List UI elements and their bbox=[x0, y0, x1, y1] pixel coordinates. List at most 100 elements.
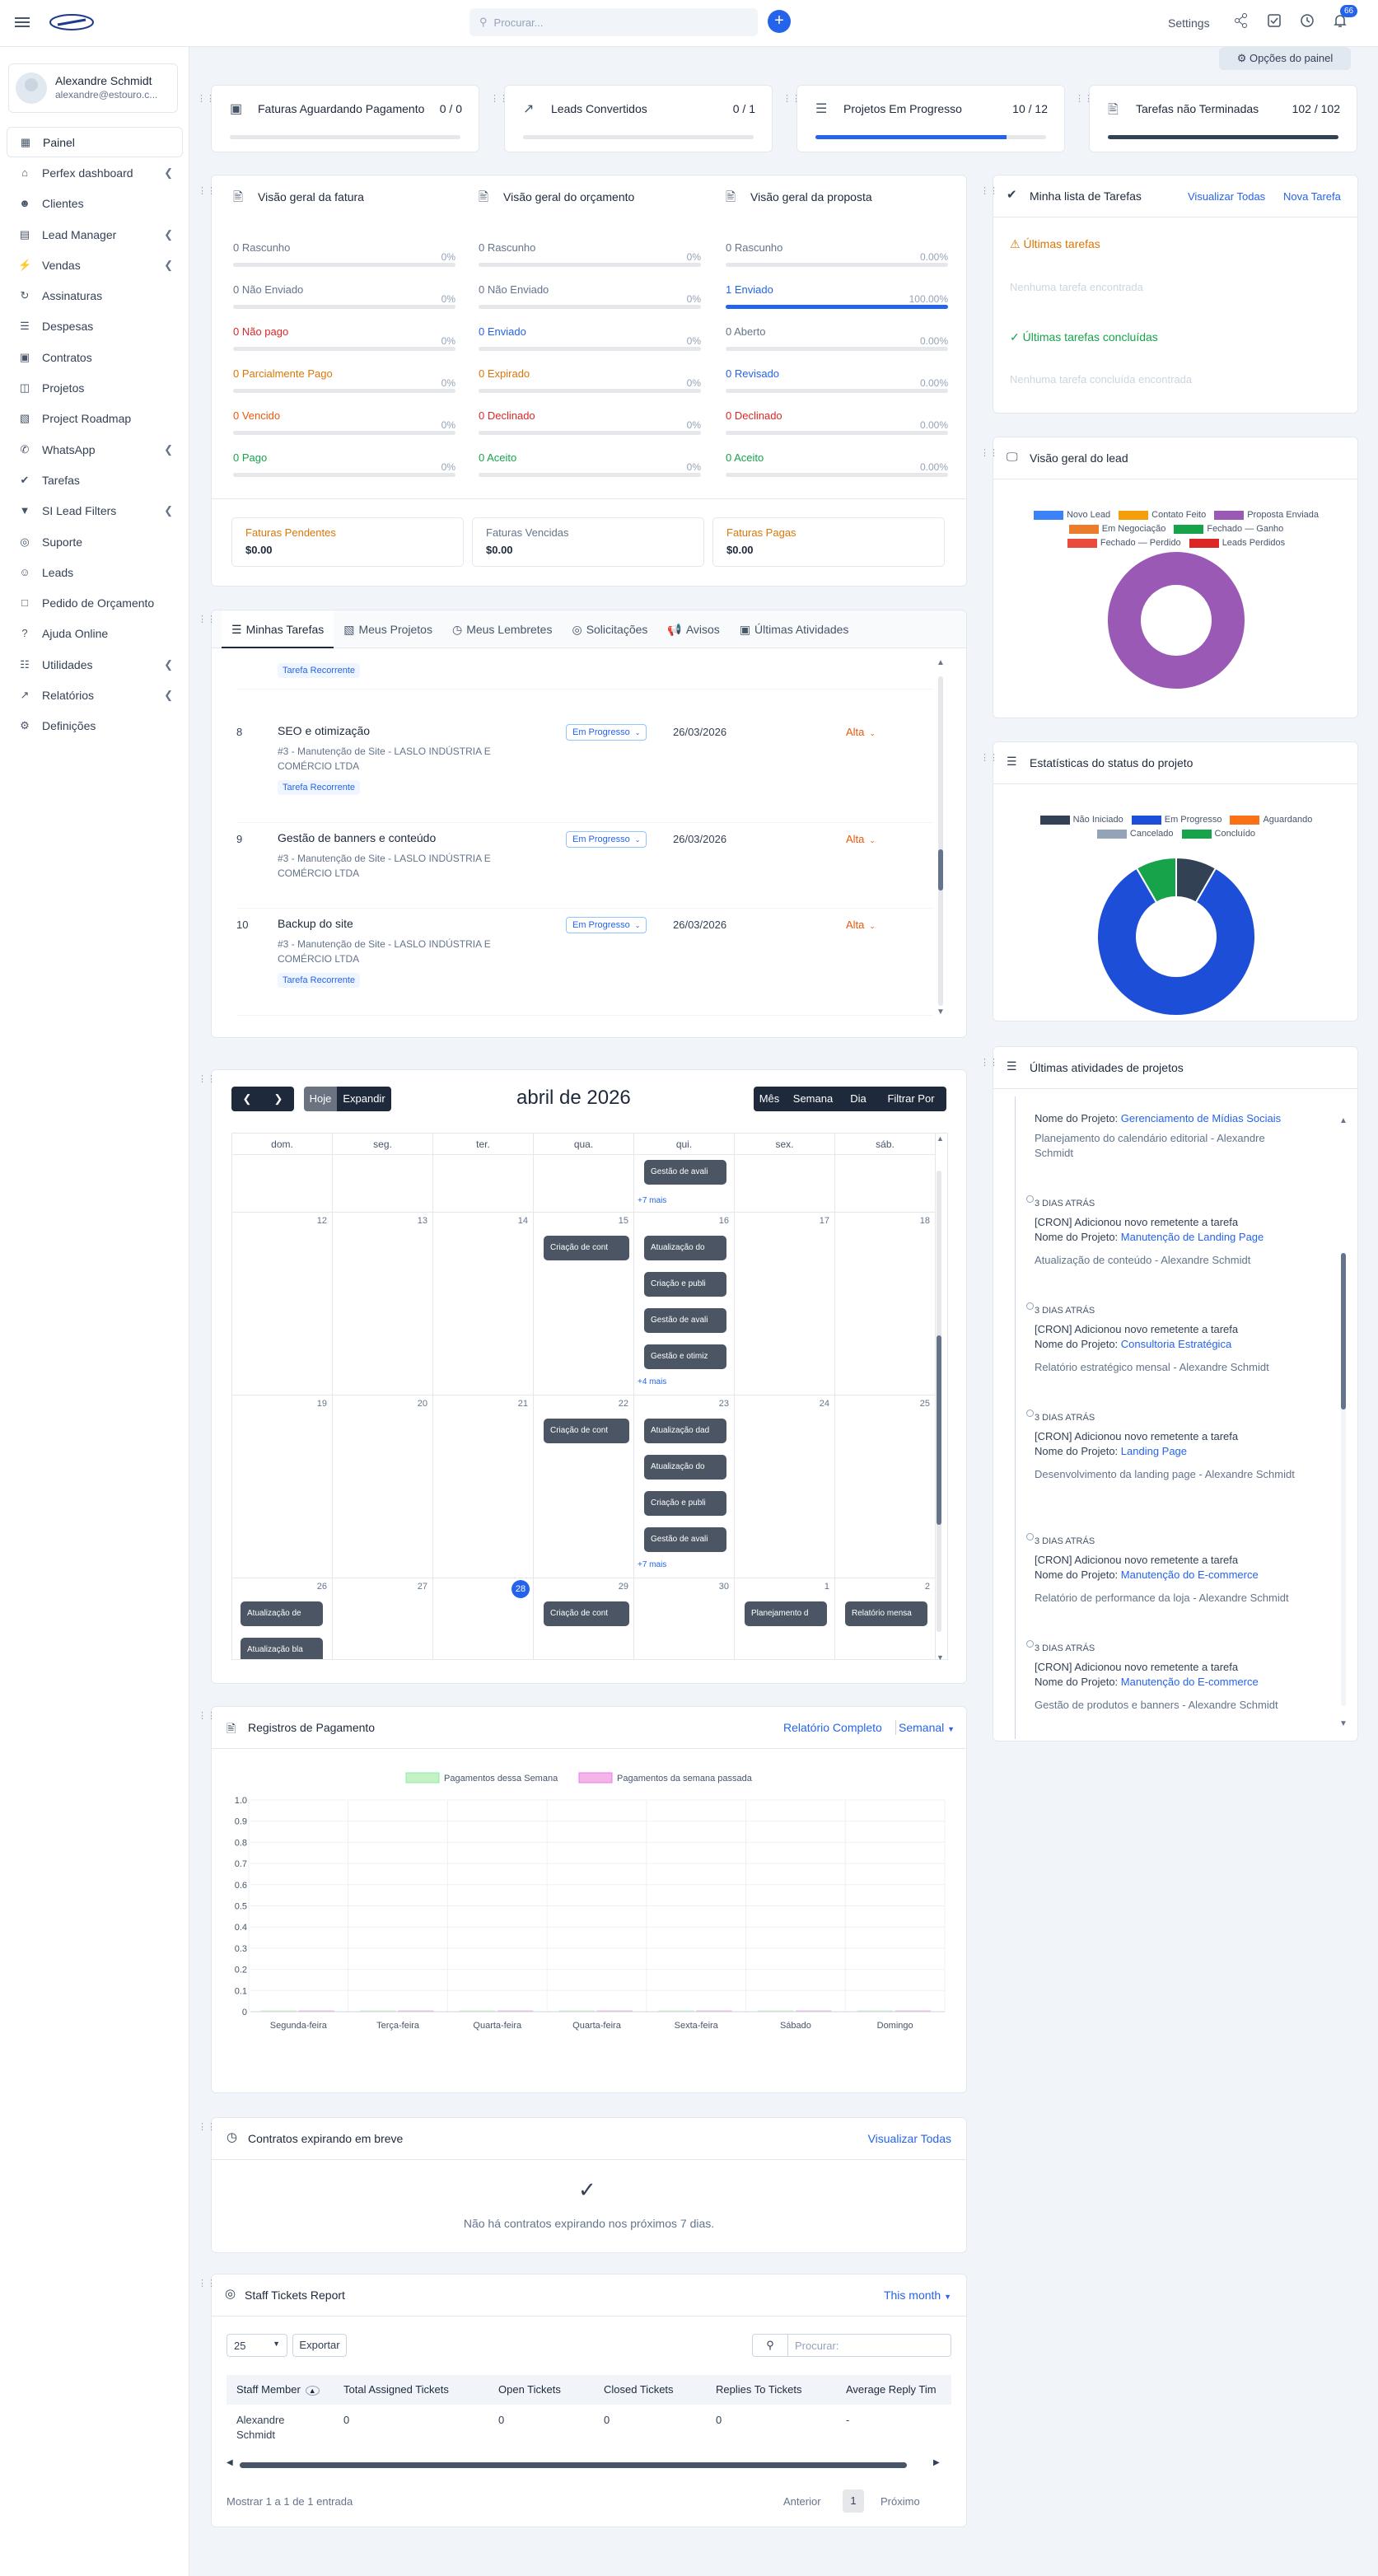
sidebar-item-utilidades[interactable]: ☷ Utilidades ❮ bbox=[7, 649, 183, 680]
sidebar-item-clientes[interactable]: ☻ Clientes bbox=[7, 189, 183, 219]
calendar-day-cell[interactable]: 13 bbox=[333, 1213, 433, 1396]
pagination-page-1[interactable]: 1 bbox=[843, 2490, 864, 2513]
calendar-day-cell[interactable] bbox=[433, 1155, 534, 1213]
calendar-event[interactable]: Criação e publi bbox=[644, 1272, 726, 1297]
overview-row[interactable]: 0 Rascunho 0.00% bbox=[726, 233, 948, 275]
overview-row[interactable]: 0 Vencido 0% bbox=[233, 401, 455, 443]
legend-item[interactable]: Em Progresso bbox=[1131, 815, 1222, 825]
calendar-day-cell[interactable] bbox=[735, 1155, 835, 1213]
activity-project-link[interactable]: Landing Page bbox=[1121, 1445, 1187, 1457]
drag-handle-icon[interactable]: ⋮⋮ bbox=[198, 187, 216, 201]
overview-row[interactable]: 1 Enviado 100.00% bbox=[726, 275, 948, 317]
calendar-day-cell[interactable]: 24 bbox=[735, 1396, 835, 1578]
calendar-event[interactable]: Atualização do bbox=[644, 1236, 726, 1260]
activity-project-link[interactable]: Manutenção de Landing Page bbox=[1121, 1231, 1264, 1243]
calendar-day-cell[interactable] bbox=[232, 1155, 333, 1213]
task-name[interactable]: Backup do site bbox=[278, 917, 353, 930]
sidebar-item-si-lead-filters[interactable]: ▼ SI Lead Filters ❮ bbox=[7, 496, 183, 526]
table-header[interactable]: Replies To Tickets bbox=[706, 2375, 836, 2405]
calendar-event[interactable]: Gestão de avali bbox=[644, 1527, 726, 1552]
sidebar-item-contratos[interactable]: ▣ Contratos bbox=[7, 342, 183, 372]
overview-row[interactable]: 0 Rascunho 0% bbox=[479, 233, 701, 275]
task-status-dropdown[interactable]: Em Progresso ⌄ bbox=[566, 917, 647, 933]
donut-slice-proposta-enviada[interactable] bbox=[1106, 550, 1246, 690]
overview-row[interactable]: 0 Parcialmente Pago 0% bbox=[233, 359, 455, 401]
drag-handle-icon[interactable]: ⋮⋮ bbox=[198, 615, 216, 629]
task-name[interactable]: Gestão de banners e conteúdo bbox=[278, 831, 436, 844]
tickets-search-input[interactable]: Procurar: bbox=[788, 2334, 951, 2357]
tab--ltimas-atividades[interactable]: ▣ Últimas Atividades bbox=[730, 610, 859, 648]
clock-icon[interactable] bbox=[1300, 13, 1318, 31]
pagination-next[interactable]: Próximo bbox=[881, 2495, 920, 2508]
task-priority-dropdown[interactable]: Alta ⌄ bbox=[846, 833, 876, 845]
summary-box[interactable]: Faturas Pendentes $0.00 bbox=[231, 517, 464, 567]
sidebar-item-leads[interactable]: ☺ Leads bbox=[7, 557, 183, 587]
tasks-scrollbar[interactable] bbox=[938, 676, 943, 1006]
activity-project-link[interactable]: Gerenciamento de Mídias Sociais bbox=[1121, 1112, 1281, 1124]
calendar-event[interactable]: Planejamento d bbox=[745, 1601, 827, 1626]
calendar-day-cell[interactable]: 19 bbox=[232, 1396, 333, 1578]
scroll-down-icon[interactable]: ▼ bbox=[937, 1653, 944, 1662]
tasks-check-icon[interactable] bbox=[1267, 13, 1285, 31]
quick-create-button[interactable]: + bbox=[768, 10, 791, 33]
sidebar-item-defini-es[interactable]: ⚙ Definições bbox=[7, 711, 183, 741]
overview-row[interactable]: 0 Declinado 0% bbox=[479, 401, 701, 443]
sidebar-item-painel[interactable]: ▦ Painel bbox=[7, 127, 183, 158]
activity-project-link[interactable]: Manutenção do E-commerce bbox=[1121, 1676, 1259, 1688]
calendar-event[interactable]: Relatório mensa bbox=[845, 1601, 927, 1626]
drag-handle-icon[interactable]: ⋮⋮ bbox=[490, 95, 508, 109]
sidebar-item-lead-manager[interactable]: ▤ Lead Manager ❮ bbox=[7, 219, 183, 250]
calendar-day-cell[interactable] bbox=[534, 1155, 634, 1213]
calendar-event[interactable]: Atualização bla bbox=[241, 1638, 323, 1659]
table-header[interactable]: Closed Tickets bbox=[594, 2375, 706, 2405]
activity-project-link[interactable]: Manutenção do E-commerce bbox=[1121, 1569, 1259, 1581]
calendar-day-cell[interactable]: 18 bbox=[835, 1213, 936, 1396]
calendar-event[interactable]: Atualização dad bbox=[644, 1419, 726, 1443]
task-status-dropdown[interactable]: Em Progresso ⌄ bbox=[566, 724, 647, 741]
company-logo[interactable] bbox=[48, 12, 96, 33]
task-row-partial[interactable]: Tarefa Recorrente bbox=[236, 648, 933, 690]
sidebar-item-whatsapp[interactable]: ✆ WhatsApp ❮ bbox=[7, 434, 183, 465]
overview-row[interactable]: 0 Não pago 0% bbox=[233, 317, 455, 359]
drag-handle-icon[interactable]: ⋮⋮ bbox=[198, 1075, 216, 1089]
overview-row[interactable]: 0 Declinado 0.00% bbox=[726, 401, 948, 443]
sidebar-item-project-roadmap[interactable]: ▧ Project Roadmap bbox=[7, 404, 183, 434]
table-header[interactable]: Total Assigned Tickets bbox=[334, 2375, 488, 2405]
calendar-expand-button[interactable]: Expandir bbox=[337, 1087, 391, 1111]
calendar-event[interactable]: Atualização do bbox=[644, 1455, 726, 1480]
calendar-day-cell[interactable]: 27 bbox=[333, 1578, 433, 1659]
task-row[interactable]: 10 Backup do site #3 - Manutenção de Site … bbox=[236, 909, 933, 1016]
calendar-view-filtrar-por[interactable]: Filtrar Por bbox=[876, 1087, 946, 1111]
task-status-dropdown[interactable]: Em Progresso ⌄ bbox=[566, 831, 647, 848]
export-button[interactable]: Exportar bbox=[292, 2334, 347, 2357]
more-events-link[interactable]: +7 mais bbox=[638, 1196, 666, 1205]
calendar-event[interactable]: Atualização de bbox=[241, 1601, 323, 1626]
calendar-day-cell[interactable] bbox=[835, 1155, 936, 1213]
share-icon[interactable] bbox=[1234, 13, 1252, 31]
tab-avisos[interactable]: 📢 Avisos bbox=[657, 610, 729, 648]
my-tasks-view-all-link[interactable]: Visualizar Todas bbox=[1188, 190, 1265, 203]
user-card[interactable]: Alexandre Schmidt alexandre@estouro.c... bbox=[8, 63, 178, 113]
overview-row[interactable]: 0 Enviado 0% bbox=[479, 317, 701, 359]
drag-handle-icon[interactable]: ⋮⋮ bbox=[198, 2123, 216, 2137]
calendar-day-cell[interactable]: 17 bbox=[735, 1213, 835, 1396]
legend-item[interactable]: Não Iniciado bbox=[1039, 815, 1123, 825]
overview-row[interactable]: 0 Rascunho 0% bbox=[233, 233, 455, 275]
calendar-day-cell[interactable] bbox=[333, 1155, 433, 1213]
activity-project-link[interactable]: Consultoria Estratégica bbox=[1121, 1338, 1231, 1350]
drag-handle-icon[interactable]: ⋮⋮ bbox=[197, 95, 215, 109]
table-header[interactable]: Staff Member ▲ bbox=[227, 2375, 334, 2405]
table-header[interactable]: Open Tickets bbox=[488, 2375, 594, 2405]
calendar-day-cell[interactable]: 25 bbox=[835, 1396, 936, 1578]
drag-handle-icon[interactable]: ⋮⋮ bbox=[980, 187, 998, 201]
calendar-view-dia[interactable]: Dia bbox=[841, 1087, 876, 1111]
sidebar-item-pedido-de-or-amento[interactable]: □ Pedido de Orçamento bbox=[7, 587, 183, 618]
calendar-event[interactable]: Criação de cont bbox=[544, 1601, 629, 1626]
tickets-period-dropdown[interactable]: This month ▼ bbox=[884, 2288, 951, 2302]
drag-handle-icon[interactable]: ⋮⋮ bbox=[1075, 95, 1093, 109]
overview-row[interactable]: 0 Revisado 0.00% bbox=[726, 359, 948, 401]
period-dropdown[interactable]: Semanal ▼ bbox=[899, 1721, 955, 1734]
calendar-prev-button[interactable]: ❮ bbox=[231, 1087, 263, 1111]
activities-scrollbar[interactable] bbox=[1341, 1253, 1346, 1706]
task-name[interactable]: SEO e otimização bbox=[278, 724, 370, 737]
